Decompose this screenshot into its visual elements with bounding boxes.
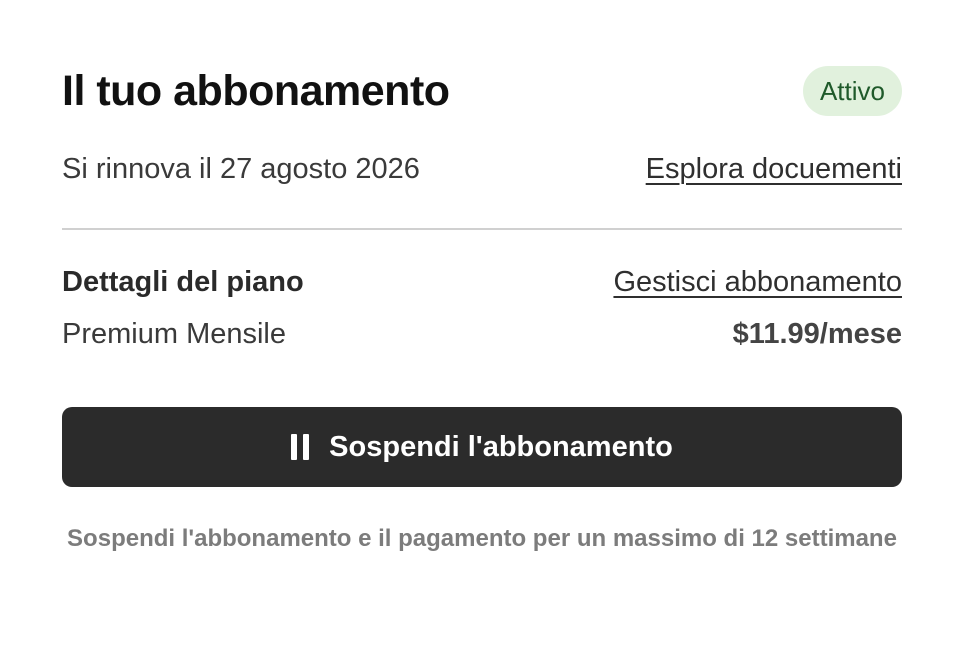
divider [62, 228, 902, 230]
plan-name: Premium Mensile [62, 317, 286, 350]
plan-row: Premium Mensile $11.99/mese [62, 314, 902, 354]
plan-details-row: Dettagli del piano Gestisci abbonamento [62, 262, 902, 302]
pause-subscription-button[interactable]: Sospendi l'abbonamento [62, 407, 902, 487]
plan-price: $11.99/mese [732, 317, 902, 350]
header-row: Il tuo abbonamento Attivo [62, 62, 902, 120]
renewal-row: Si rinnova il 27 agosto 2026 Esplora doc… [62, 148, 902, 190]
pause-note: Sospendi l'abbonamento e il pagamento pe… [67, 525, 897, 552]
manage-subscription-link[interactable]: Gestisci abbonamento [613, 266, 902, 299]
status-badge: Attivo [802, 66, 902, 116]
page-title: Il tuo abbonamento [62, 66, 450, 115]
subscription-card: Il tuo abbonamento Attivo Si rinnova il … [0, 0, 964, 666]
renewal-date-text: Si rinnova il 27 agosto 2026 [62, 152, 420, 185]
explore-documents-link[interactable]: Esplora docuementi [646, 153, 902, 186]
plan-details-label: Dettagli del piano [62, 265, 304, 298]
pause-button-label: Sospendi l'abbonamento [329, 430, 673, 463]
pause-icon [291, 434, 310, 460]
